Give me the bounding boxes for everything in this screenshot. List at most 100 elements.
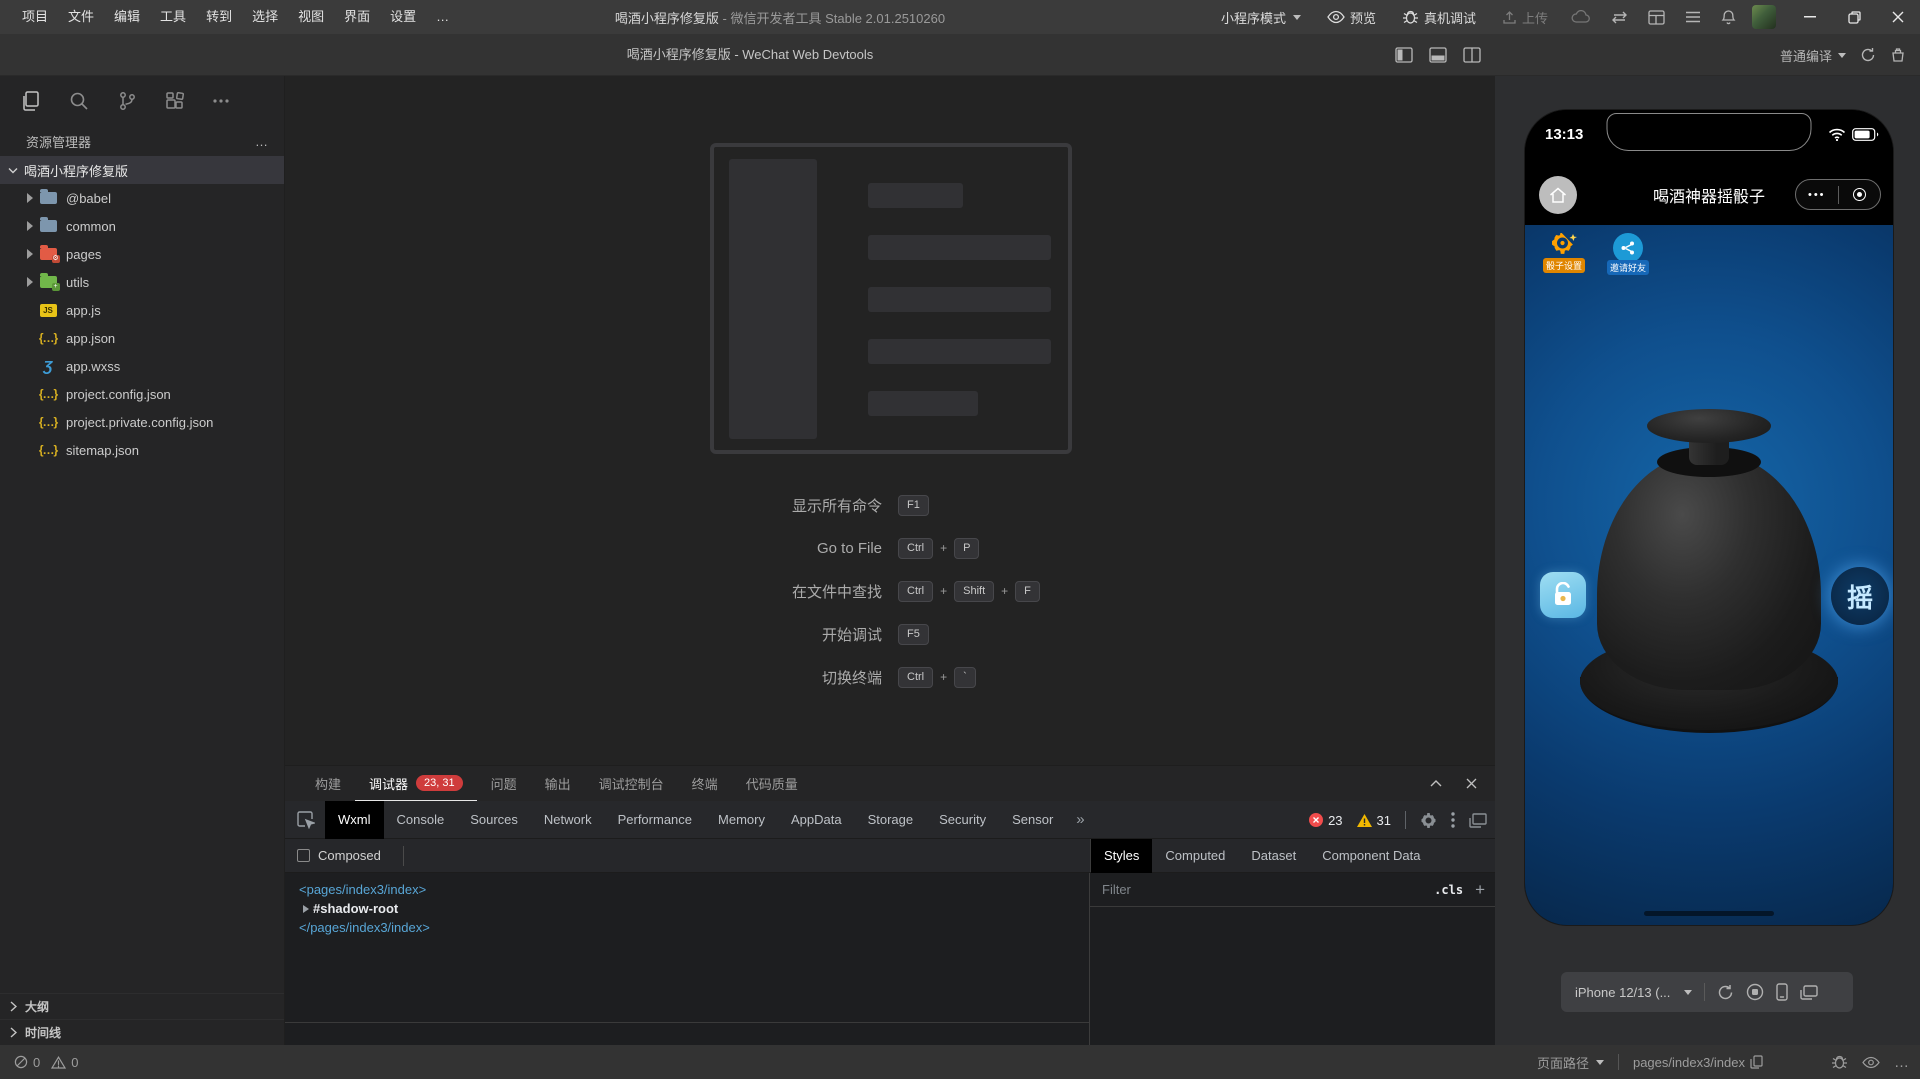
tree-item-babel[interactable]: @babel xyxy=(0,184,284,212)
upload-button[interactable]: 上传 xyxy=(1489,0,1561,34)
tab-build[interactable]: 构建 xyxy=(301,766,355,801)
console-error-count[interactable]: 23 xyxy=(1309,813,1342,828)
tree-item-utils[interactable]: + utils xyxy=(0,268,284,296)
layout-panels-icon[interactable] xyxy=(1638,0,1675,34)
menu-file[interactable]: 文件 xyxy=(58,0,104,34)
toggle-panel-icon[interactable] xyxy=(1429,47,1447,63)
devtools-tab-security[interactable]: Security xyxy=(926,801,999,839)
explorer-files-icon[interactable] xyxy=(20,90,42,112)
tree-item-app-js[interactable]: JS app.js xyxy=(0,296,284,324)
dice-shaker-cup[interactable] xyxy=(1597,453,1821,690)
panel-maximize-icon[interactable] xyxy=(1430,780,1442,787)
tree-item-project-config[interactable]: {…} project.config.json xyxy=(0,380,284,408)
expand-arrow-icon[interactable] xyxy=(303,905,309,913)
tab-problems[interactable]: 问题 xyxy=(477,766,531,801)
menu-interface[interactable]: 界面 xyxy=(334,0,380,34)
recompile-icon[interactable] xyxy=(1860,47,1876,63)
current-page-path[interactable]: pages/index3/index xyxy=(1633,1055,1763,1070)
menu-settings[interactable]: 设置 xyxy=(380,0,426,34)
statusbar-more-icon[interactable]: … xyxy=(1894,1054,1910,1071)
tab-debugger[interactable]: 调试器 23, 31 xyxy=(355,766,477,801)
composed-checkbox[interactable] xyxy=(297,849,310,862)
close-button[interactable] xyxy=(1876,0,1920,34)
styles-tab-computed[interactable]: Computed xyxy=(1152,839,1238,873)
devtools-tab-performance[interactable]: Performance xyxy=(605,801,705,839)
panel-close-icon[interactable] xyxy=(1466,778,1477,789)
tree-item-app-json[interactable]: {…} app.json xyxy=(0,324,284,352)
devtools-tab-wxml[interactable]: Wxml xyxy=(325,801,384,839)
new-style-rule-button[interactable]: + xyxy=(1475,881,1485,898)
outline-section[interactable]: 大纲 xyxy=(0,993,284,1019)
devtools-tab-sensor[interactable]: Sensor xyxy=(999,801,1066,839)
toggle-simulator-icon[interactable] xyxy=(1463,47,1481,63)
menu-edit[interactable]: 编辑 xyxy=(104,0,150,34)
capsule-close-button[interactable] xyxy=(1839,188,1881,201)
devtools-tab-network[interactable]: Network xyxy=(531,801,605,839)
dice-lock-button[interactable] xyxy=(1540,572,1586,618)
explorer-more-icon[interactable]: … xyxy=(255,134,268,149)
toggle-sidebar-icon[interactable] xyxy=(1395,47,1413,63)
shake-button[interactable]: 摇 xyxy=(1831,567,1889,625)
tab-debug-console[interactable]: 调试控制台 xyxy=(585,766,678,801)
tab-output[interactable]: 输出 xyxy=(531,766,585,801)
tree-item-sitemap[interactable]: {…} sitemap.json xyxy=(0,436,284,464)
simulator-record-icon[interactable] xyxy=(1746,983,1764,1001)
avatar[interactable] xyxy=(1752,5,1776,29)
maximize-button[interactable] xyxy=(1832,0,1876,34)
minimize-button[interactable] xyxy=(1788,0,1832,34)
cloud-icon[interactable] xyxy=(1561,0,1601,34)
menu-project[interactable]: 项目 xyxy=(12,0,58,34)
devtools-tab-appdata[interactable]: AppData xyxy=(778,801,855,839)
devtools-more-tabs-icon[interactable]: » xyxy=(1066,811,1094,828)
tree-item-app-wxss[interactable]: Ʒ app.wxss xyxy=(0,352,284,380)
menu-select[interactable]: 选择 xyxy=(242,0,288,34)
tree-item-common[interactable]: common xyxy=(0,212,284,240)
styles-tab-component-data[interactable]: Component Data xyxy=(1309,839,1433,873)
element-open-tag[interactable]: <pages/index3/index> xyxy=(299,880,1089,899)
device-selector[interactable]: iPhone 12/13 (... xyxy=(1575,985,1670,1000)
compile-mode-selector[interactable]: 普通编译 xyxy=(1780,46,1846,65)
shadow-root-node[interactable]: #shadow-root xyxy=(299,899,1089,918)
switch-compare-icon[interactable] xyxy=(1601,0,1638,34)
problems-summary[interactable]: 0 0 xyxy=(0,1055,78,1070)
tree-item-project-private-config[interactable]: {…} project.private.config.json xyxy=(0,408,284,436)
invite-friends-button[interactable]: 邀请好友 xyxy=(1601,233,1655,275)
devtools-tab-memory[interactable]: Memory xyxy=(705,801,778,839)
menu-tools[interactable]: 工具 xyxy=(150,0,196,34)
tree-root-project[interactable]: 喝酒小程序修复版 xyxy=(0,156,284,184)
simulator-float-window-icon[interactable] xyxy=(1800,985,1818,1000)
activity-more-icon[interactable] xyxy=(212,98,230,104)
simulator-refresh-icon[interactable] xyxy=(1717,984,1734,1001)
console-warning-count[interactable]: 31 xyxy=(1357,813,1391,828)
devtools-tab-console[interactable]: Console xyxy=(384,801,458,839)
devtools-undock-icon[interactable] xyxy=(1469,813,1487,828)
element-close-tag[interactable]: </pages/index3/index> xyxy=(299,918,1089,937)
mini-app-home-button[interactable] xyxy=(1539,176,1577,214)
menu-view[interactable]: 视图 xyxy=(288,0,334,34)
timeline-section[interactable]: 时间线 xyxy=(0,1019,284,1045)
extensions-icon[interactable] xyxy=(164,90,186,112)
clear-cache-icon[interactable] xyxy=(1890,47,1906,63)
inspect-element-icon[interactable] xyxy=(285,811,325,829)
copy-icon[interactable] xyxy=(1750,1055,1763,1069)
tab-terminal[interactable]: 终端 xyxy=(678,766,732,801)
statusbar-bug-icon[interactable] xyxy=(1831,1054,1848,1070)
capsule-more-button[interactable]: ••• xyxy=(1796,189,1838,201)
bell-icon[interactable] xyxy=(1711,0,1746,34)
styles-tab-dataset[interactable]: Dataset xyxy=(1238,839,1309,873)
hamburger-menu-icon[interactable] xyxy=(1675,0,1711,34)
tab-code-quality[interactable]: 代码质量 xyxy=(732,766,812,801)
devtools-tab-sources[interactable]: Sources xyxy=(457,801,531,839)
styles-tab-styles[interactable]: Styles xyxy=(1091,839,1152,873)
git-branch-icon[interactable] xyxy=(116,90,138,112)
toggle-class-button[interactable]: .cls xyxy=(1434,883,1463,897)
mode-selector[interactable]: 小程序模式 xyxy=(1208,0,1314,34)
device-debug-button[interactable]: 真机调试 xyxy=(1389,0,1489,34)
preview-button[interactable]: 预览 xyxy=(1314,0,1389,34)
simulator-device-icon[interactable] xyxy=(1776,983,1788,1001)
menu-more[interactable]: … xyxy=(426,0,459,34)
statusbar-eye-icon[interactable] xyxy=(1862,1056,1880,1069)
search-icon[interactable] xyxy=(68,90,90,112)
tree-item-pages[interactable]: ⚙ pages xyxy=(0,240,284,268)
devtools-kebab-menu-icon[interactable] xyxy=(1451,812,1455,828)
